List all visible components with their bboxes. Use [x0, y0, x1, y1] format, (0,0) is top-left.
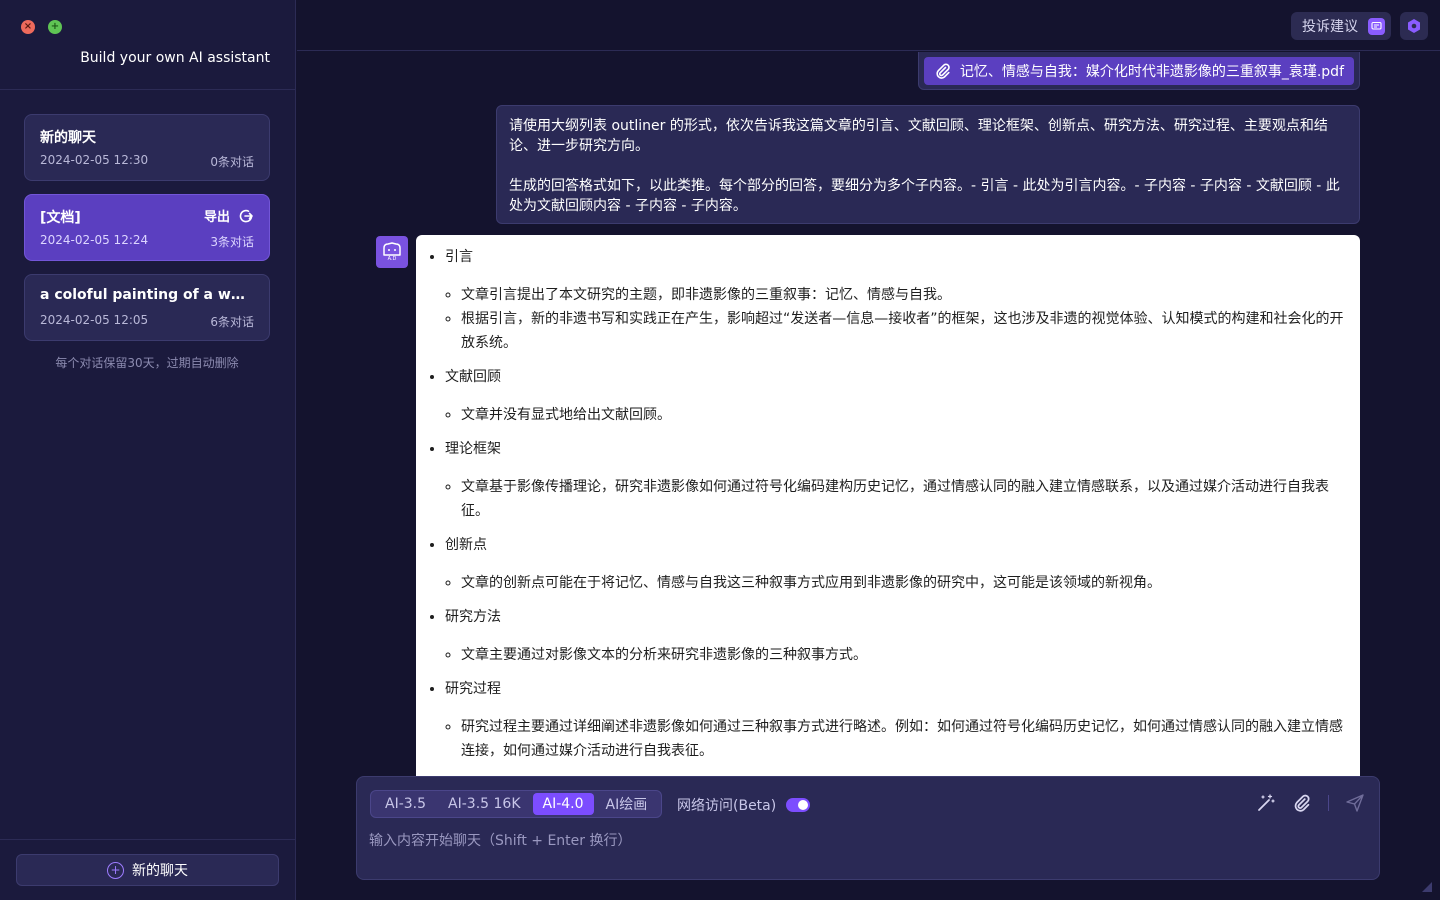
composer: AI-3.5 AI-3.5 16K AI-4.0 AI绘画 网络访问(Beta)	[356, 776, 1380, 880]
model-tab-ai-3-5-16k[interactable]: AI-3.5 16K	[438, 793, 530, 815]
toggle-switch[interactable]	[786, 798, 811, 812]
export-button[interactable]: 导出	[204, 206, 254, 225]
outline-item: 文章并没有显式地给出文献回顾。	[461, 403, 1346, 427]
chat-item-active[interactable]: [文档] 导出 2024-02-05 12:24 3条对话	[24, 194, 270, 261]
gear-icon	[1408, 19, 1420, 33]
outline-item: 文章引言提出了本文研究的主题，即非遗影像的三重叙事：记忆、情感与自我。	[461, 283, 1346, 307]
feedback-label: 投诉建议	[1302, 19, 1358, 35]
outline-section: 理论框架 文章基于影像传播理论，研究非遗影像如何通过符号化编码建构历史记忆，通过…	[445, 439, 1346, 523]
outline-item: 文章主要通过对影像文本的分析来研究非遗影像的三种叙事方式。	[461, 643, 1346, 667]
outline-item: 研究过程主要通过详细阐述非遗影像如何通过三种叙事方式进行略述。例如：如何通过符号…	[461, 715, 1346, 763]
message-icon	[1368, 17, 1385, 35]
sidebar: × + Build your own AI assistant 新的聊天 202…	[0, 0, 296, 900]
outline-section: 文献回顾 文章并没有显式地给出文献回顾。	[445, 367, 1346, 427]
settings-button[interactable]	[1400, 12, 1428, 40]
outline-section: 创新点 文章的创新点可能在于将记忆、情感与自我这三种叙事方式应用到非遗影像的研究…	[445, 535, 1346, 595]
outline-item: 文章基于影像传播理论，研究非遗影像如何通过符号化编码建构历史记忆，通过情感认同的…	[461, 475, 1346, 523]
export-label: 导出	[203, 210, 230, 225]
message-input[interactable]	[369, 829, 1359, 853]
chat-item-title: 新的聊天	[40, 130, 96, 146]
sidebar-divider	[0, 89, 296, 90]
window-controls: × +	[21, 20, 62, 34]
section-heading: 创新点	[445, 537, 487, 553]
feedback-button[interactable]: 投诉建议	[1291, 12, 1391, 40]
attachment-name: 记忆、情感与自我：媒介化时代非遗影像的三重叙事_袁瑾.pdf	[959, 63, 1344, 80]
outline-item: 根据引言，新的非遗书写和实践正在产生，影响超过“发送者—信息—接收者”的框架，这…	[461, 307, 1346, 355]
section-heading: 引言	[445, 249, 473, 265]
section-heading: 理论框架	[445, 441, 501, 457]
model-tab-ai-drawing[interactable]: AI绘画	[596, 793, 658, 815]
section-heading: 文献回顾	[445, 369, 501, 385]
retention-note: 每个对话保留30天，过期自动删除	[55, 356, 239, 370]
chat-item[interactable]: a coloful painting of a white C... 2024-…	[24, 274, 270, 341]
chat-item[interactable]: 新的聊天 2024-02-05 12:30 0条对话	[24, 114, 270, 181]
chat-item-count: 3条对话	[210, 235, 254, 249]
assistant-avatar: A.D	[376, 236, 408, 268]
close-icon: ×	[23, 21, 33, 32]
chat-item-count: 0条对话	[210, 155, 254, 169]
avatar-tag: A.D	[387, 256, 397, 262]
sidebar-bottom-divider	[0, 839, 296, 840]
export-icon	[239, 209, 253, 222]
network-access-toggle[interactable]: 网络访问(Beta)	[677, 795, 811, 815]
resize-grip-icon[interactable]	[1422, 882, 1432, 892]
network-access-label: 网络访问(Beta)	[677, 798, 777, 814]
model-selector: AI-3.5 AI-3.5 16K AI-4.0 AI绘画	[370, 790, 663, 818]
new-chat-label: 新的聊天	[132, 863, 188, 879]
close-window-button[interactable]: ×	[21, 20, 35, 34]
user-message: 请使用大纲列表 outliner 的形式，依次告诉我这篇文章的引言、文献回顾、理…	[496, 105, 1360, 224]
paperclip-icon[interactable]	[1292, 793, 1312, 813]
new-chat-button[interactable]: + 新的聊天	[16, 854, 279, 886]
user-message-paragraph: 生成的回答格式如下，以此类推。每个部分的回答，要细分为多个子内容。- 引言 - …	[509, 178, 1340, 214]
section-heading: 研究过程	[445, 681, 501, 697]
chat-item-date: 2024-02-05 12:24	[40, 233, 149, 247]
section-heading: 研究方法	[445, 609, 501, 625]
zoom-window-button[interactable]: +	[48, 20, 62, 34]
chat-item-count: 6条对话	[210, 315, 254, 329]
outline-section: 引言 文章引言提出了本文研究的主题，即非遗影像的三重叙事：记忆、情感与自我。 根…	[445, 247, 1346, 355]
assistant-message: 引言 文章引言提出了本文研究的主题，即非遗影像的三重叙事：记忆、情感与自我。 根…	[416, 235, 1360, 776]
magic-wand-icon[interactable]	[1256, 793, 1276, 813]
chat-list: 新的聊天 2024-02-05 12:30 0条对话 [文档] 导出 2024-…	[24, 114, 270, 371]
chat-item-date: 2024-02-05 12:05	[40, 313, 149, 327]
composer-actions	[1256, 793, 1365, 813]
outline-section: 研究方法 文章主要通过对影像文本的分析来研究非遗影像的三种叙事方式。	[445, 607, 1346, 667]
top-bar: 投诉建议	[297, 0, 1440, 51]
outline-item: 文章的创新点可能在于将记忆、情感与自我这三种叙事方式应用到非遗影像的研究中，这可…	[461, 571, 1346, 595]
attachment-chip[interactable]: 记忆、情感与自我：媒介化时代非遗影像的三重叙事_袁瑾.pdf	[917, 52, 1360, 90]
divider	[1328, 795, 1329, 811]
user-message-paragraph: 请使用大纲列表 outliner 的形式，依次告诉我这篇文章的引言、文献回顾、理…	[509, 118, 1328, 154]
plus-circle-icon: +	[107, 861, 124, 879]
app-title: Build your own AI assistant	[80, 50, 270, 66]
model-tab-ai-4-0[interactable]: AI-4.0	[532, 793, 594, 815]
chat-item-date: 2024-02-05 12:30	[40, 153, 149, 167]
zoom-icon: +	[50, 21, 60, 32]
send-icon[interactable]	[1345, 793, 1365, 813]
paperclip-icon	[936, 63, 950, 79]
chat-item-title: a coloful painting of a white C...	[40, 287, 250, 303]
outline-section: 研究过程 研究过程主要通过详细阐述非遗影像如何通过三种叙事方式进行略述。例如：如…	[445, 679, 1346, 763]
model-tab-ai-3-5[interactable]: AI-3.5	[375, 793, 436, 815]
